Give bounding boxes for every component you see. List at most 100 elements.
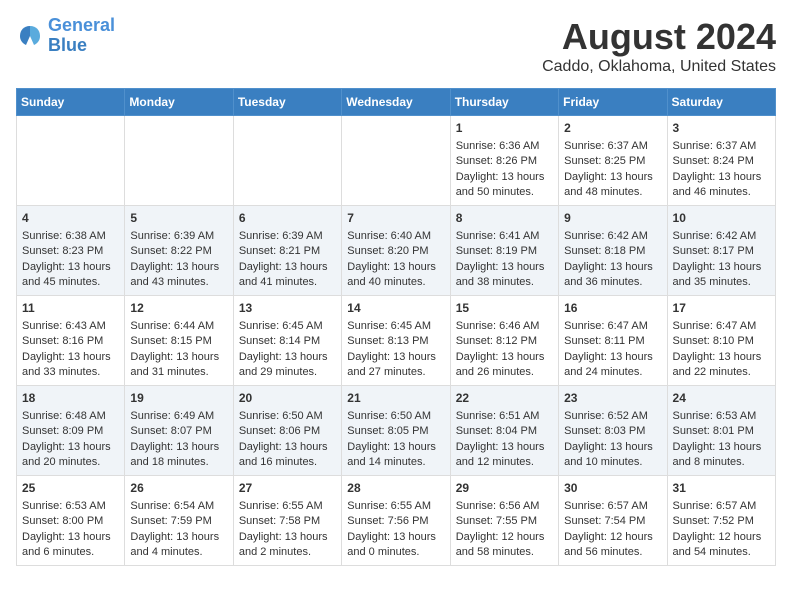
day-number: 3 bbox=[673, 120, 770, 137]
day-content: Daylight: 13 hours bbox=[22, 530, 119, 545]
day-content: Daylight: 13 hours bbox=[22, 350, 119, 365]
logo-icon bbox=[16, 22, 44, 50]
day-content: Daylight: 13 hours bbox=[673, 260, 770, 275]
calendar-cell: 21Sunrise: 6:50 AMSunset: 8:05 PMDayligh… bbox=[342, 386, 450, 476]
day-content: and 40 minutes. bbox=[347, 275, 444, 290]
day-number: 21 bbox=[347, 390, 444, 407]
day-number: 19 bbox=[130, 390, 227, 407]
day-number: 24 bbox=[673, 390, 770, 407]
day-content: Sunset: 8:18 PM bbox=[564, 244, 661, 259]
day-content: Sunset: 8:22 PM bbox=[130, 244, 227, 259]
day-content: Sunset: 8:20 PM bbox=[347, 244, 444, 259]
day-content: Sunrise: 6:41 AM bbox=[456, 229, 553, 244]
day-number: 1 bbox=[456, 120, 553, 137]
day-content: Sunset: 8:01 PM bbox=[673, 424, 770, 439]
calendar-week-row: 4Sunrise: 6:38 AMSunset: 8:23 PMDaylight… bbox=[17, 206, 776, 296]
day-content: Daylight: 12 hours bbox=[564, 530, 661, 545]
day-content: Sunset: 8:11 PM bbox=[564, 334, 661, 349]
calendar-week-row: 25Sunrise: 6:53 AMSunset: 8:00 PMDayligh… bbox=[17, 476, 776, 566]
calendar-week-row: 18Sunrise: 6:48 AMSunset: 8:09 PMDayligh… bbox=[17, 386, 776, 476]
day-content: Daylight: 13 hours bbox=[130, 530, 227, 545]
day-content: Sunrise: 6:50 AM bbox=[347, 409, 444, 424]
day-content: Sunrise: 6:37 AM bbox=[564, 139, 661, 154]
day-content: Sunrise: 6:53 AM bbox=[673, 409, 770, 424]
day-content: Daylight: 13 hours bbox=[239, 260, 336, 275]
calendar-cell: 26Sunrise: 6:54 AMSunset: 7:59 PMDayligh… bbox=[125, 476, 233, 566]
calendar-cell: 4Sunrise: 6:38 AMSunset: 8:23 PMDaylight… bbox=[17, 206, 125, 296]
day-content: Sunset: 8:00 PM bbox=[22, 514, 119, 529]
day-content: Sunrise: 6:39 AM bbox=[130, 229, 227, 244]
calendar-cell: 1Sunrise: 6:36 AMSunset: 8:26 PMDaylight… bbox=[450, 116, 558, 206]
day-number: 2 bbox=[564, 120, 661, 137]
calendar-cell: 9Sunrise: 6:42 AMSunset: 8:18 PMDaylight… bbox=[559, 206, 667, 296]
calendar-cell bbox=[125, 116, 233, 206]
day-content: Daylight: 13 hours bbox=[564, 440, 661, 455]
day-content: Sunset: 8:05 PM bbox=[347, 424, 444, 439]
day-content: Daylight: 13 hours bbox=[673, 440, 770, 455]
calendar-cell: 2Sunrise: 6:37 AMSunset: 8:25 PMDaylight… bbox=[559, 116, 667, 206]
day-content: Sunset: 8:25 PM bbox=[564, 154, 661, 169]
day-content: Sunrise: 6:57 AM bbox=[564, 499, 661, 514]
day-content: Sunset: 8:23 PM bbox=[22, 244, 119, 259]
day-number: 7 bbox=[347, 210, 444, 227]
calendar-body: 1Sunrise: 6:36 AMSunset: 8:26 PMDaylight… bbox=[17, 116, 776, 566]
day-content: and 56 minutes. bbox=[564, 545, 661, 560]
calendar-cell: 27Sunrise: 6:55 AMSunset: 7:58 PMDayligh… bbox=[233, 476, 341, 566]
day-content: Sunset: 7:55 PM bbox=[456, 514, 553, 529]
day-content: and 54 minutes. bbox=[673, 545, 770, 560]
day-content: Daylight: 13 hours bbox=[130, 350, 227, 365]
calendar-cell bbox=[233, 116, 341, 206]
day-content: Sunset: 8:04 PM bbox=[456, 424, 553, 439]
day-content: Sunrise: 6:45 AM bbox=[347, 319, 444, 334]
calendar-cell: 18Sunrise: 6:48 AMSunset: 8:09 PMDayligh… bbox=[17, 386, 125, 476]
calendar-cell: 29Sunrise: 6:56 AMSunset: 7:55 PMDayligh… bbox=[450, 476, 558, 566]
day-content: Daylight: 13 hours bbox=[347, 350, 444, 365]
calendar-cell: 7Sunrise: 6:40 AMSunset: 8:20 PMDaylight… bbox=[342, 206, 450, 296]
day-content: Sunrise: 6:48 AM bbox=[22, 409, 119, 424]
calendar-table: SundayMondayTuesdayWednesdayThursdayFrid… bbox=[16, 88, 776, 566]
day-content: Sunset: 8:14 PM bbox=[239, 334, 336, 349]
calendar-cell: 28Sunrise: 6:55 AMSunset: 7:56 PMDayligh… bbox=[342, 476, 450, 566]
calendar-cell: 8 Sunrise: 6:41 AMSunset: 8:19 PMDaylight… bbox=[450, 206, 558, 296]
day-content: and 10 minutes. bbox=[564, 455, 661, 470]
day-content: Sunset: 8:24 PM bbox=[673, 154, 770, 169]
day-content: Daylight: 13 hours bbox=[130, 260, 227, 275]
day-content: Sunrise: 6:49 AM bbox=[130, 409, 227, 424]
day-content: Daylight: 13 hours bbox=[673, 170, 770, 185]
day-of-week-header: Wednesday bbox=[342, 89, 450, 116]
day-content: and 38 minutes. bbox=[456, 275, 553, 290]
day-number: 9 bbox=[564, 210, 661, 227]
day-number: 12 bbox=[130, 300, 227, 317]
calendar-cell: 3Sunrise: 6:37 AMSunset: 8:24 PMDaylight… bbox=[667, 116, 775, 206]
day-content: Daylight: 12 hours bbox=[456, 530, 553, 545]
day-content: Daylight: 13 hours bbox=[456, 260, 553, 275]
day-content: and 50 minutes. bbox=[456, 185, 553, 200]
day-content: Sunrise: 6:42 AM bbox=[564, 229, 661, 244]
subtitle: Caddo, Oklahoma, United States bbox=[542, 58, 776, 76]
day-content: Daylight: 13 hours bbox=[130, 440, 227, 455]
calendar-cell: 25Sunrise: 6:53 AMSunset: 8:00 PMDayligh… bbox=[17, 476, 125, 566]
day-content: Daylight: 13 hours bbox=[22, 260, 119, 275]
day-number: 14 bbox=[347, 300, 444, 317]
day-content: Sunrise: 6:40 AM bbox=[347, 229, 444, 244]
day-number: 6 bbox=[239, 210, 336, 227]
day-content: and 33 minutes. bbox=[22, 365, 119, 380]
day-content: Sunset: 8:17 PM bbox=[673, 244, 770, 259]
logo-text: General Blue bbox=[48, 16, 115, 56]
day-content: Daylight: 13 hours bbox=[673, 350, 770, 365]
calendar-cell: 5Sunrise: 6:39 AMSunset: 8:22 PMDaylight… bbox=[125, 206, 233, 296]
day-content: and 0 minutes. bbox=[347, 545, 444, 560]
day-number: 31 bbox=[673, 480, 770, 497]
day-content: and 24 minutes. bbox=[564, 365, 661, 380]
calendar-cell: 13Sunrise: 6:45 AMSunset: 8:14 PMDayligh… bbox=[233, 296, 341, 386]
day-number: 8 bbox=[456, 210, 553, 227]
day-number: 22 bbox=[456, 390, 553, 407]
day-of-week-header: Monday bbox=[125, 89, 233, 116]
day-number: 27 bbox=[239, 480, 336, 497]
day-content: Sunset: 7:59 PM bbox=[130, 514, 227, 529]
calendar-week-row: 11Sunrise: 6:43 AMSunset: 8:16 PMDayligh… bbox=[17, 296, 776, 386]
day-number: 28 bbox=[347, 480, 444, 497]
day-content: Sunset: 8:19 PM bbox=[456, 244, 553, 259]
day-content: and 36 minutes. bbox=[564, 275, 661, 290]
day-content: and 16 minutes. bbox=[239, 455, 336, 470]
